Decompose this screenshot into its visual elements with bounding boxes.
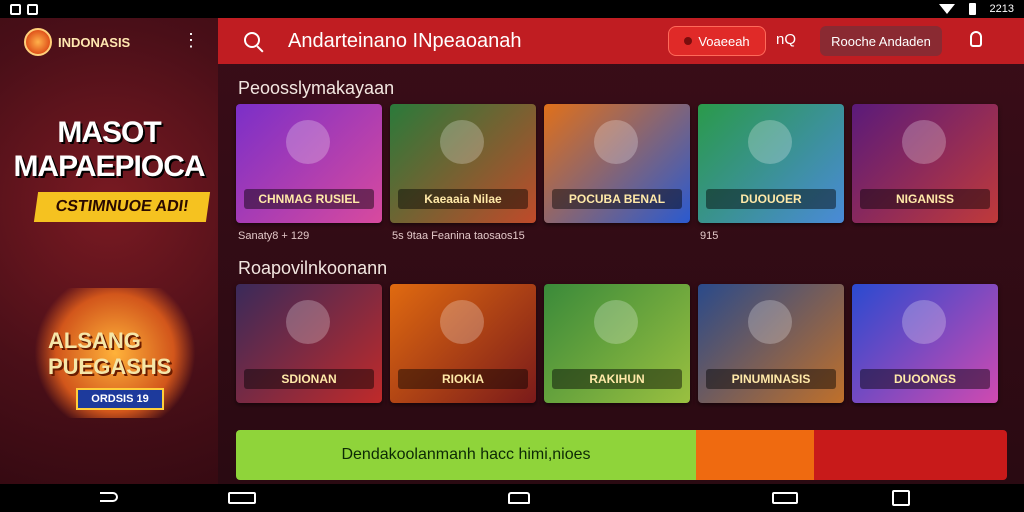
header-button[interactable]: Rooche Andaden xyxy=(820,26,942,56)
game-character-image xyxy=(594,300,638,344)
game-card-title: DUOONGS xyxy=(860,369,990,389)
recents-icon[interactable] xyxy=(228,492,256,504)
record-icon xyxy=(684,37,693,45)
game-card[interactable]: RIOKIA xyxy=(390,284,536,403)
game-character-image xyxy=(748,120,792,164)
screenshot-icon[interactable] xyxy=(772,492,798,504)
header: Andarteinano INpeaoanah Voaeeah nQ Rooch… xyxy=(218,18,1024,64)
home-icon[interactable] xyxy=(508,492,530,504)
notification-icon xyxy=(10,3,21,15)
promo-title[interactable]: MASOT MAPAEPIOCA xyxy=(0,116,218,184)
cta-banner[interactable]: Dendakoolanmanh hacc himi,nioes xyxy=(236,430,1007,480)
game-character-image xyxy=(440,300,484,344)
status-time: 2213 xyxy=(989,3,1014,15)
game-card[interactable]: DUOUOER xyxy=(698,104,844,223)
game-card-title: NIGANISS xyxy=(860,189,990,209)
game-card-title: SDIONAN xyxy=(244,369,374,389)
game-character-image xyxy=(902,300,946,344)
brand[interactable]: INDONASIS xyxy=(24,28,130,56)
cta-banner-segment xyxy=(696,430,814,480)
promo2-badge: ORDSIS 19 xyxy=(76,388,164,410)
game-card[interactable]: SDIONAN xyxy=(236,284,382,403)
bell-icon[interactable] xyxy=(970,31,982,47)
promo2-line1: ALSANG xyxy=(48,328,141,353)
sidebar: INDONASIS ⋮ MASOT MAPAEPIOCA CSTIMNUOE A… xyxy=(0,18,218,484)
game-card[interactable]: NIGANISS xyxy=(852,104,998,223)
cta-banner-segment xyxy=(814,430,1007,480)
promo2-title[interactable]: ALSANG PUEGASHS xyxy=(48,328,171,380)
brand-logo-icon xyxy=(24,28,52,56)
promo-title-line2: MAPAEPIOCA xyxy=(13,150,205,183)
back-icon[interactable] xyxy=(100,492,118,502)
game-card-title: CHNMAG RUSIEL xyxy=(244,189,374,209)
game-card-title: RAKIHUN xyxy=(552,369,682,389)
promo2-line2: PUEGASHS xyxy=(48,354,172,379)
game-card[interactable]: DUOONGS xyxy=(852,284,998,403)
section-title-1: Peoosslymakayaan xyxy=(238,78,395,98)
game-character-image xyxy=(902,120,946,164)
game-card-title: DUOUOER xyxy=(706,189,836,209)
game-card[interactable]: CHNMAG RUSIEL xyxy=(236,104,382,223)
pill-button[interactable]: Voaeeah xyxy=(668,26,766,56)
more-options-icon[interactable]: ⋮ xyxy=(182,31,200,49)
promo-ribbon[interactable]: CSTIMNUOE ADI! xyxy=(33,192,211,222)
game-card-title: RIOKIA xyxy=(398,369,528,389)
status-bar: 2213 xyxy=(0,0,1024,18)
edit-icon[interactable] xyxy=(892,490,910,506)
wifi-icon xyxy=(938,4,955,14)
pill-button-label: Voaeeah xyxy=(698,33,750,49)
game-character-image xyxy=(594,120,638,164)
promo-title-line1: MASOT xyxy=(57,116,161,149)
game-character-image xyxy=(748,300,792,344)
search-icon[interactable] xyxy=(244,32,260,48)
card-caption: 5s 9taa Feanina taosaos15 xyxy=(392,230,525,242)
game-card[interactable]: PINUMINASIS xyxy=(698,284,844,403)
game-card[interactable]: RAKIHUN xyxy=(544,284,690,403)
app-window: INDONASIS ⋮ MASOT MAPAEPIOCA CSTIMNUOE A… xyxy=(0,18,1024,484)
cta-banner-text: Dendakoolanmanh hacc himi,nioes xyxy=(236,430,696,480)
navigation-bar xyxy=(0,484,1024,512)
game-card[interactable]: POCUBA BENAL xyxy=(544,104,690,223)
game-card[interactable]: Kaeaaia Nilae xyxy=(390,104,536,223)
game-character-image xyxy=(286,300,330,344)
brand-name: INDONASIS xyxy=(58,34,131,50)
game-character-image xyxy=(286,120,330,164)
header-title: Andarteinano INpeaoanah xyxy=(288,30,522,52)
app-notification-icon xyxy=(27,3,38,15)
game-card-title: PINUMINASIS xyxy=(706,369,836,389)
battery-icon xyxy=(968,3,976,15)
game-card-title: POCUBA BENAL xyxy=(552,189,682,209)
header-link[interactable]: nQ xyxy=(776,31,796,48)
game-card-title: Kaeaaia Nilae xyxy=(398,189,528,209)
section-title-2: Roapovilnkoonann xyxy=(238,258,388,278)
card-caption: Sanaty8 + 129 xyxy=(238,230,310,242)
card-caption: 915 xyxy=(700,230,719,242)
game-character-image xyxy=(440,120,484,164)
